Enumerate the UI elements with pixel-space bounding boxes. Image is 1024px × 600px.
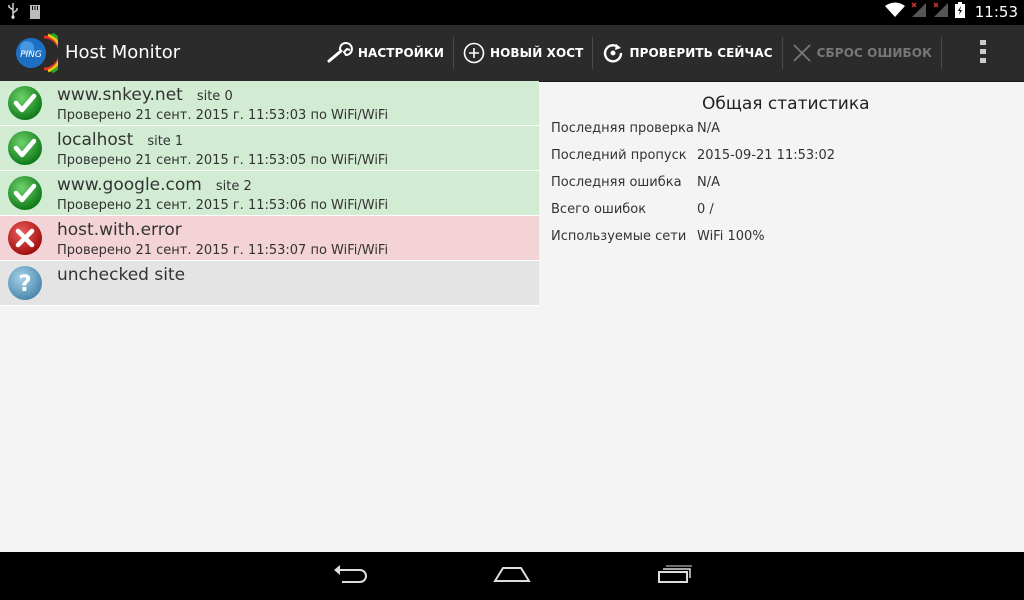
wrench-icon xyxy=(327,42,353,64)
host-label: site 2 xyxy=(215,179,252,194)
recents-button[interactable] xyxy=(655,562,695,590)
svg-text:?: ? xyxy=(19,272,32,297)
host-name: localhost site 1 xyxy=(57,130,184,150)
add-host-button[interactable]: НОВЫЙ ХОСТ xyxy=(454,25,593,81)
check-now-label: ПРОВЕРИТЬ СЕЙЧАС xyxy=(629,46,773,60)
more-vert-icon xyxy=(980,39,986,67)
error-x-icon xyxy=(1,217,49,259)
close-icon xyxy=(792,43,812,63)
stat-total-errors: Всего ошибок 0 / xyxy=(551,202,714,217)
add-host-label: НОВЫЙ ХОСТ xyxy=(489,46,584,60)
host-status: Проверено 21 сент. 2015 г. 11:53:05 по W… xyxy=(57,153,389,168)
svg-text:PING: PING xyxy=(20,50,42,60)
host-row-error[interactable]: host.with.error Проверено 21 сент. 2015 … xyxy=(0,216,539,261)
check-ok-icon xyxy=(1,82,49,124)
signal-icon xyxy=(911,2,927,22)
host-status: Проверено 21 сент. 2015 г. 11:53:06 по W… xyxy=(57,198,389,213)
host-label: site 0 xyxy=(196,89,233,104)
back-button[interactable] xyxy=(330,562,370,590)
battery-icon xyxy=(954,2,965,22)
host-row-snkey[interactable]: www.snkey.net site 0 Проверено 21 сент. 2… xyxy=(0,81,539,126)
stat-last-check: Последняя проверка N/A xyxy=(551,121,720,136)
host-status: Проверено 21 сент. 2015 г. 11:53:07 по W… xyxy=(57,243,389,258)
sd-card-icon xyxy=(30,4,40,23)
host-label: site 1 xyxy=(147,134,184,149)
reset-errors-label: СБРОС ОШИБОК xyxy=(816,46,932,60)
home-icon xyxy=(493,565,531,587)
recents-icon xyxy=(657,564,693,588)
check-ok-icon xyxy=(1,127,49,169)
stat-last-skip: Последний пропуск 2015-09-21 11:53:02 xyxy=(551,148,836,163)
host-name: unchecked site xyxy=(57,265,186,285)
host-name: www.snkey.net site 0 xyxy=(57,85,233,105)
host-list: www.snkey.net site 0 Проверено 21 сент. 2… xyxy=(0,81,539,306)
host-row-google[interactable]: www.google.com site 2 Проверено 21 сент. … xyxy=(0,171,539,216)
navigation-bar xyxy=(0,552,1024,600)
settings-label: НАСТРОЙКИ xyxy=(357,46,444,60)
home-button[interactable] xyxy=(492,562,532,590)
app-logo-icon[interactable]: PING xyxy=(14,32,66,74)
question-icon: ? xyxy=(1,262,49,304)
settings-button[interactable]: НАСТРОЙКИ xyxy=(318,25,453,81)
reset-errors-button[interactable]: СБРОС ОШИБОК xyxy=(783,25,941,81)
usb-icon xyxy=(8,3,18,23)
host-name: www.google.com site 2 xyxy=(57,175,252,195)
check-now-button[interactable]: ПРОВЕРИТЬ СЕЙЧАС xyxy=(593,25,781,81)
stats-title: Общая статистика xyxy=(702,94,870,114)
plus-circle-icon xyxy=(463,42,485,64)
stat-last-error: Последняя ошибка N/A xyxy=(551,175,720,190)
clock: 11:53 xyxy=(974,3,1018,21)
stat-networks: Используемые сети WiFi 100% xyxy=(551,229,765,244)
action-bar: PING Host Monitor НАСТРОЙКИ НОВЫЙ ХОСТ П… xyxy=(0,25,1024,82)
refresh-icon xyxy=(602,42,624,64)
app-title: Host Monitor xyxy=(65,42,181,63)
wifi-icon xyxy=(884,2,905,22)
host-row-unchecked[interactable]: ? unchecked site xyxy=(0,261,539,306)
check-ok-icon xyxy=(1,172,49,214)
overflow-menu-button[interactable] xyxy=(942,25,1024,81)
action-toolbar: НАСТРОЙКИ НОВЫЙ ХОСТ ПРОВЕРИТЬ СЕЙЧАС СБ… xyxy=(318,25,1024,81)
signal-icon xyxy=(933,2,949,22)
back-icon xyxy=(332,564,368,588)
host-name: host.with.error xyxy=(57,220,182,240)
status-bar: 11:53 xyxy=(0,0,1024,25)
host-row-localhost[interactable]: localhost site 1 Проверено 21 сент. 2015 … xyxy=(0,126,539,171)
host-status: Проверено 21 сент. 2015 г. 11:53:03 по W… xyxy=(57,108,389,123)
